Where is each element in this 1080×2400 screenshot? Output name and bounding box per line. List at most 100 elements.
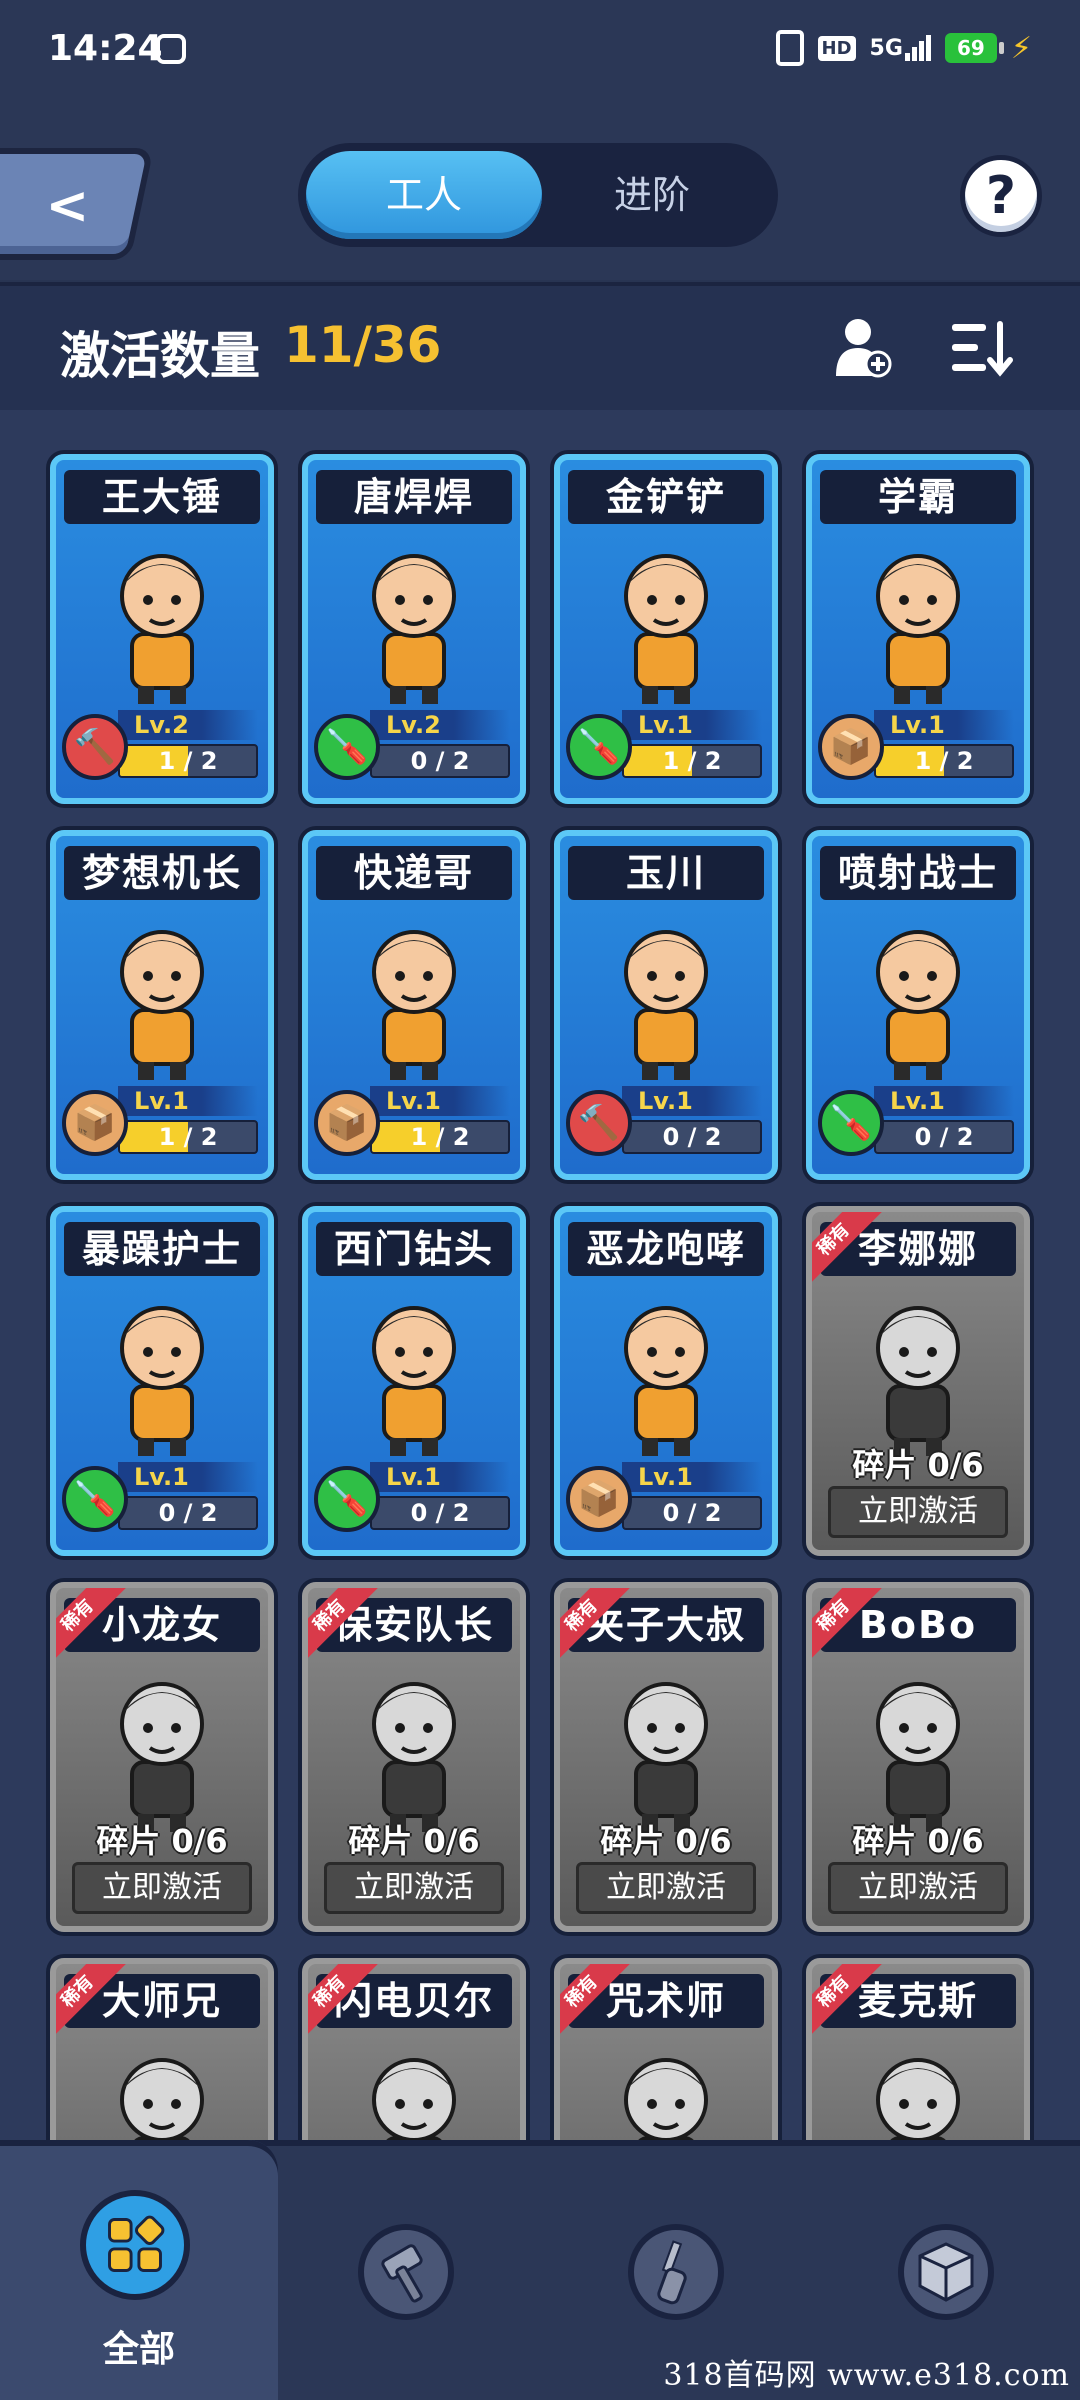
progress-text: 0 / 2 [410, 747, 470, 775]
screwdriver-icon: 🪛 [314, 714, 380, 780]
tab-workers[interactable]: 工人 [306, 151, 542, 239]
worker-card[interactable]: 西门钻头 Lv.1 0 / 2 🪛 [302, 1206, 526, 1556]
status-icons: HD 5G 69 ⚡ [775, 30, 1032, 66]
worker-portrait [372, 554, 456, 704]
worker-card[interactable]: 暴躁护士 Lv.1 0 / 2 🪛 [50, 1206, 274, 1556]
worker-level: Lv.1 [874, 710, 1014, 740]
help-button[interactable]: ? [960, 155, 1042, 237]
worker-card[interactable]: 麦克斯 稀有 [806, 1958, 1030, 2140]
nav-hammer[interactable] [358, 2224, 454, 2320]
progress-text: 0 / 2 [662, 1123, 722, 1151]
worker-card[interactable]: 学霸 Lv.1 1 / 2 📦 [806, 454, 1030, 804]
progress-text: 0 / 2 [158, 1499, 218, 1527]
box-icon: 📦 [314, 1090, 380, 1156]
worker-portrait [120, 930, 204, 1080]
activate-button[interactable]: 立即激活 [576, 1862, 756, 1914]
progress-bar: 0 / 2 [370, 744, 510, 778]
worker-card[interactable]: 保安队长 稀有 碎片 0/6 立即激活 [302, 1582, 526, 1932]
progress-bar: 0 / 2 [622, 1120, 762, 1154]
worker-name: 学霸 [820, 470, 1016, 524]
worker-level: Lv.2 [370, 710, 510, 740]
add-worker-icon[interactable] [832, 316, 892, 380]
box-icon: 📦 [818, 714, 884, 780]
worker-card[interactable]: 王大锤 Lv.2 1 / 2 🔨 [50, 454, 274, 804]
worker-level: Lv.1 [622, 1086, 762, 1116]
worker-grid: 王大锤 Lv.2 1 / 2 🔨 唐焊焊 Lv.2 0 / 2 🪛 金铲铲 Lv.1 1 / 2 🪛 学… [0, 410, 1080, 2140]
activate-button[interactable]: 立即激活 [324, 1862, 504, 1914]
worker-portrait [120, 1682, 204, 1832]
activate-button[interactable]: 立即激活 [72, 1862, 252, 1914]
nav-screwdriver[interactable] [628, 2224, 724, 2320]
fragment-count: 碎片 0/6 [852, 1446, 984, 1484]
progress-text: 1 / 2 [662, 747, 722, 775]
hammer-icon: 🔨 [62, 714, 128, 780]
screwdriver-icon [657, 2240, 687, 2305]
worker-portrait [624, 930, 708, 1080]
nav-box[interactable] [898, 2224, 994, 2320]
progress-text: 1 / 2 [158, 1123, 218, 1151]
worker-level: Lv.1 [622, 1462, 762, 1492]
worker-card[interactable]: 大师兄 稀有 [50, 1958, 274, 2140]
worker-card[interactable]: 玉川 Lv.1 0 / 2 🔨 [554, 830, 778, 1180]
tab-switcher: 工人 进阶 [298, 143, 778, 247]
fragment-count: 碎片 0/6 [600, 1822, 732, 1860]
vibrate-icon [775, 30, 804, 66]
hammer-icon: 🔨 [566, 1090, 632, 1156]
worker-card[interactable]: 闪电贝尔 稀有 [302, 1958, 526, 2140]
nav-all[interactable]: 全部 [0, 2140, 278, 2400]
activate-button[interactable]: 立即激活 [828, 1862, 1008, 1914]
activation-count-value: 11/36 [284, 316, 442, 374]
worker-name: 西门钻头 [316, 1222, 512, 1276]
worker-card[interactable]: 快递哥 Lv.1 1 / 2 📦 [302, 830, 526, 1180]
fragment-count: 碎片 0/6 [96, 1822, 228, 1860]
progress-bar: 1 / 2 [370, 1120, 510, 1154]
worker-card[interactable]: 李娜娜 稀有 碎片 0/6 立即激活 [806, 1206, 1030, 1556]
worker-portrait [876, 930, 960, 1080]
worker-name: 梦想机长 [64, 846, 260, 900]
progress-bar: 1 / 2 [118, 1120, 258, 1154]
back-button[interactable]: < [0, 148, 154, 260]
worker-portrait [876, 2058, 960, 2140]
worker-portrait [372, 2058, 456, 2140]
worker-level: Lv.1 [118, 1462, 258, 1492]
battery-icon: 69 [944, 33, 1004, 63]
progress-bar: 0 / 2 [118, 1496, 258, 1530]
worker-card[interactable]: 恶龙咆哮 Lv.1 0 / 2 📦 [554, 1206, 778, 1556]
progress-bar: 1 / 2 [118, 744, 258, 778]
activate-button[interactable]: 立即激活 [828, 1486, 1008, 1538]
worker-portrait [372, 930, 456, 1080]
box-icon [918, 2242, 974, 2302]
worker-card[interactable]: 喷射战士 Lv.1 0 / 2 🪛 [806, 830, 1030, 1180]
worker-name: 金铲铲 [568, 470, 764, 524]
worker-card[interactable]: 夹子大叔 稀有 碎片 0/6 立即激活 [554, 1582, 778, 1932]
worker-name: 恶龙咆哮 [568, 1222, 764, 1276]
worker-card[interactable]: 梦想机长 Lv.1 1 / 2 📦 [50, 830, 274, 1180]
worker-level: Lv.1 [370, 1086, 510, 1116]
worker-card[interactable]: BoBo 稀有 碎片 0/6 立即激活 [806, 1582, 1030, 1932]
hammer-icon [381, 2244, 423, 2303]
progress-bar: 0 / 2 [370, 1496, 510, 1530]
worker-portrait [624, 554, 708, 704]
worker-card[interactable]: 小龙女 稀有 碎片 0/6 立即激活 [50, 1582, 274, 1932]
progress-bar: 0 / 2 [622, 1496, 762, 1530]
worker-portrait [876, 1306, 960, 1456]
watermark: 318首码网 www.e318.com [663, 2358, 1070, 2393]
bottom-nav: 全部 318首码网 www.e318.com [0, 2140, 1080, 2400]
worker-card[interactable]: 咒术师 稀有 [554, 1958, 778, 2140]
worker-portrait [120, 554, 204, 704]
worker-card[interactable]: 唐焊焊 Lv.2 0 / 2 🪛 [302, 454, 526, 804]
progress-text: 0 / 2 [914, 1123, 974, 1151]
worker-card[interactable]: 金铲铲 Lv.1 1 / 2 🪛 [554, 454, 778, 804]
worker-level: Lv.1 [118, 1086, 258, 1116]
screwdriver-icon: 🪛 [62, 1466, 128, 1532]
box-icon: 📦 [566, 1466, 632, 1532]
progress-text: 1 / 2 [158, 747, 218, 775]
progress-bar: 1 / 2 [874, 744, 1014, 778]
status-time: 14:24 [48, 28, 163, 69]
worker-level: Lv.1 [370, 1462, 510, 1492]
tab-advance[interactable]: 进阶 [534, 151, 770, 239]
sort-icon[interactable] [950, 320, 1014, 378]
worker-portrait [120, 1306, 204, 1456]
worker-level: Lv.1 [874, 1086, 1014, 1116]
worker-name: 玉川 [568, 846, 764, 900]
